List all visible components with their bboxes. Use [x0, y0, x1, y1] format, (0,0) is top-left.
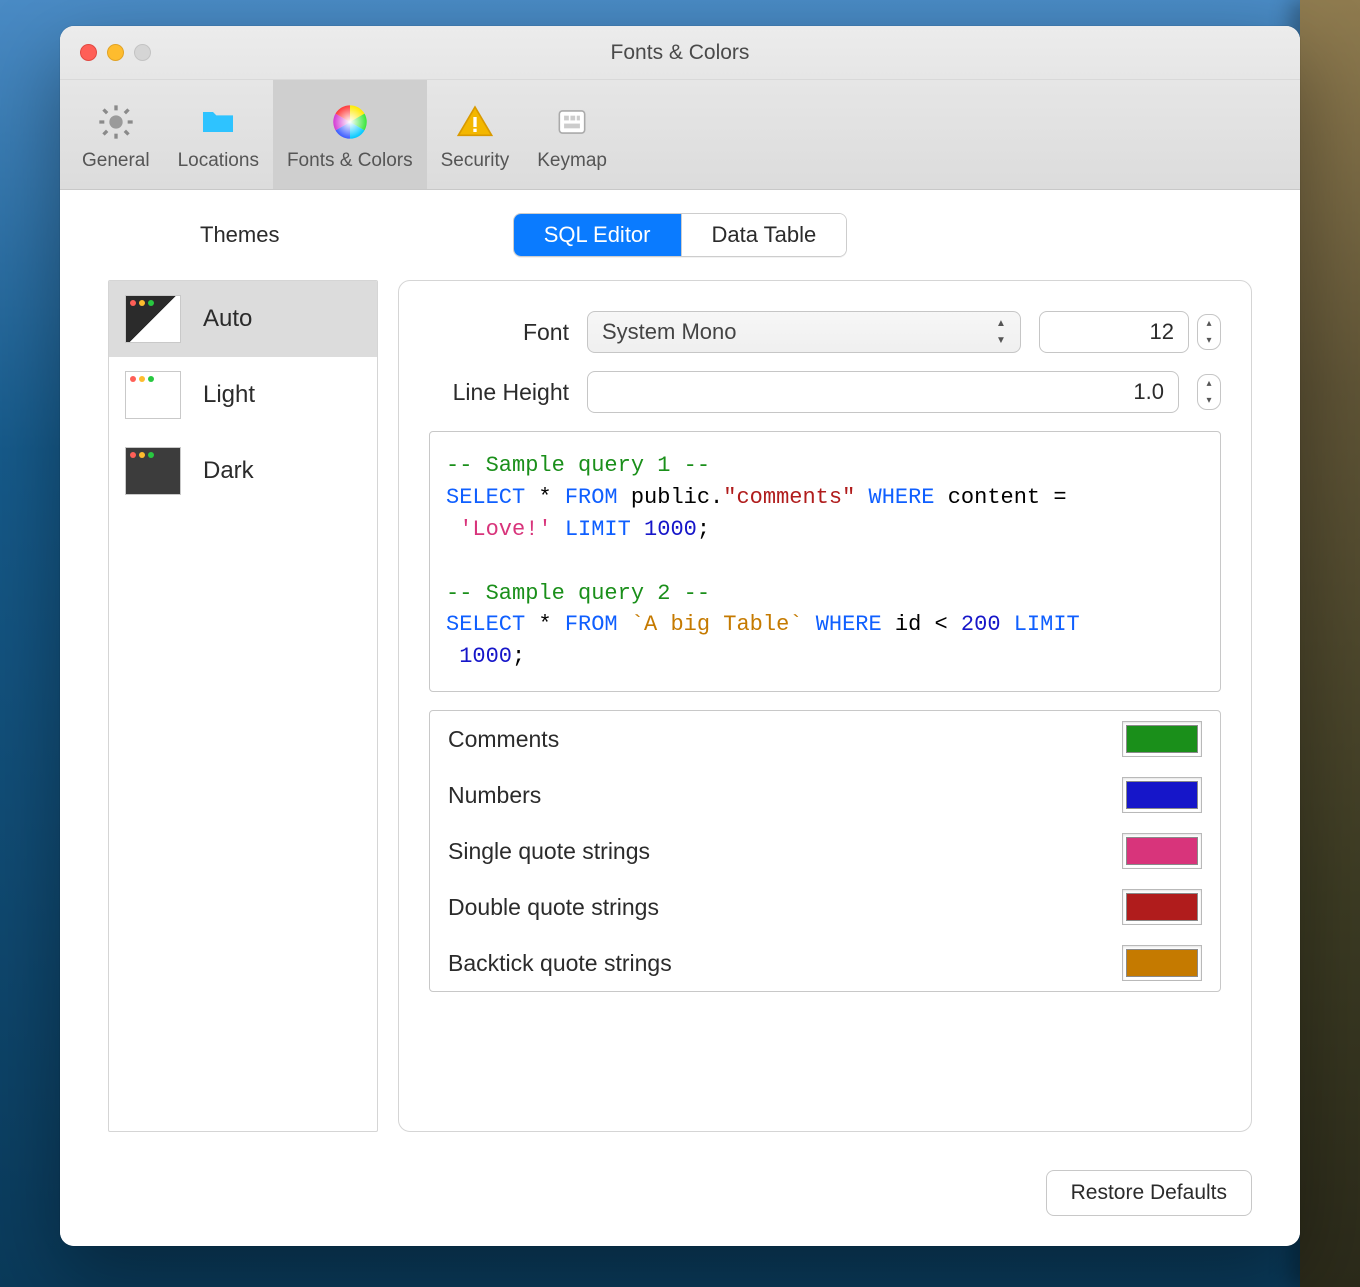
- tab-security[interactable]: Security: [427, 80, 524, 189]
- color-row-single-quote[interactable]: Single quote strings: [430, 823, 1220, 879]
- color-well[interactable]: [1122, 721, 1202, 757]
- color-row-double-quote[interactable]: Double quote strings: [430, 879, 1220, 935]
- stepper-icon: ▲▼: [990, 315, 1012, 349]
- color-row-label: Numbers: [448, 782, 541, 809]
- line-height-stepper[interactable]: ▴ ▾: [1197, 374, 1221, 410]
- preferences-toolbar: General Locations: [60, 80, 1300, 190]
- color-row-label: Backtick quote strings: [448, 950, 672, 977]
- warning-icon: [453, 100, 497, 144]
- theme-auto[interactable]: Auto: [109, 281, 377, 357]
- chevron-up-icon: ▴: [1198, 315, 1220, 332]
- color-row-backtick-quote[interactable]: Backtick quote strings: [430, 935, 1220, 991]
- syntax-preview: -- Sample query 1 -- SELECT * FROM publi…: [429, 431, 1221, 692]
- close-window-button[interactable]: [80, 44, 97, 61]
- titlebar: Fonts & Colors: [60, 26, 1300, 80]
- theme-dark[interactable]: Dark: [109, 433, 377, 509]
- theme-swatch-dark-icon: [125, 447, 181, 495]
- font-select-value: System Mono: [602, 319, 737, 345]
- font-row: Font System Mono ▲▼ ▴ ▾: [429, 311, 1221, 353]
- folder-icon: [196, 100, 240, 144]
- theme-label: Dark: [203, 457, 254, 485]
- themes-header: Themes: [200, 222, 279, 248]
- theme-swatch-auto-icon: [125, 295, 181, 343]
- line-height-row: Line Height ▴ ▾: [429, 371, 1221, 413]
- font-select[interactable]: System Mono ▲▼: [587, 311, 1021, 353]
- tab-general[interactable]: General: [68, 80, 164, 189]
- chevron-down-icon: ▾: [1198, 392, 1220, 409]
- segment-sql-editor[interactable]: SQL Editor: [514, 214, 681, 256]
- segment-row: Themes SQL Editor Data Table: [60, 190, 1300, 280]
- content: Themes SQL Editor Data Table Auto L: [60, 190, 1300, 1246]
- window-controls: [80, 44, 151, 61]
- chevron-up-icon: ▴: [1198, 375, 1220, 392]
- tab-label: Locations: [178, 150, 259, 172]
- color-well[interactable]: [1122, 777, 1202, 813]
- tab-fonts-colors[interactable]: Fonts & Colors: [273, 80, 427, 189]
- color-row-comments[interactable]: Comments: [430, 711, 1220, 767]
- color-well[interactable]: [1122, 889, 1202, 925]
- tab-label: Fonts & Colors: [287, 150, 413, 172]
- segment-data-table[interactable]: Data Table: [681, 214, 847, 256]
- detail-panel: Font System Mono ▲▼ ▴ ▾: [398, 280, 1252, 1132]
- keyboard-icon: [550, 100, 594, 144]
- desktop-wallpaper-cliff: [1300, 0, 1360, 1287]
- color-row-label: Double quote strings: [448, 894, 659, 921]
- theme-swatch-light-icon: [125, 371, 181, 419]
- tab-locations[interactable]: Locations: [164, 80, 273, 189]
- font-label: Font: [429, 319, 569, 346]
- line-height-label: Line Height: [429, 379, 569, 406]
- themes-list: Auto Light Dark: [108, 280, 378, 1132]
- chevron-down-icon: ▾: [1198, 332, 1220, 349]
- color-row-label: Single quote strings: [448, 838, 650, 865]
- restore-defaults-button[interactable]: Restore Defaults: [1046, 1170, 1252, 1216]
- footer: Restore Defaults: [60, 1152, 1300, 1246]
- tab-label: Security: [441, 150, 510, 172]
- color-well[interactable]: [1122, 833, 1202, 869]
- minimize-window-button[interactable]: [107, 44, 124, 61]
- theme-label: Auto: [203, 305, 252, 333]
- tab-label: General: [82, 150, 150, 172]
- color-row-label: Comments: [448, 726, 559, 753]
- theme-light[interactable]: Light: [109, 357, 377, 433]
- color-row-numbers[interactable]: Numbers: [430, 767, 1220, 823]
- zoom-window-button[interactable]: [134, 44, 151, 61]
- window-title: Fonts & Colors: [611, 41, 750, 65]
- tab-keymap[interactable]: Keymap: [523, 80, 621, 189]
- font-size-stepper[interactable]: ▴ ▾: [1197, 314, 1221, 350]
- line-height-field[interactable]: [587, 371, 1179, 413]
- preferences-window: Fonts & Colors General Locations: [60, 26, 1300, 1246]
- color-wheel-icon: [328, 100, 372, 144]
- color-well[interactable]: [1122, 945, 1202, 981]
- editor-table-segment: SQL Editor Data Table: [513, 213, 848, 257]
- theme-label: Light: [203, 381, 255, 409]
- token-color-list[interactable]: Comments Numbers Single quote strings Do…: [429, 710, 1221, 992]
- gear-icon: [94, 100, 138, 144]
- tab-label: Keymap: [537, 150, 607, 172]
- font-size-field[interactable]: [1039, 311, 1189, 353]
